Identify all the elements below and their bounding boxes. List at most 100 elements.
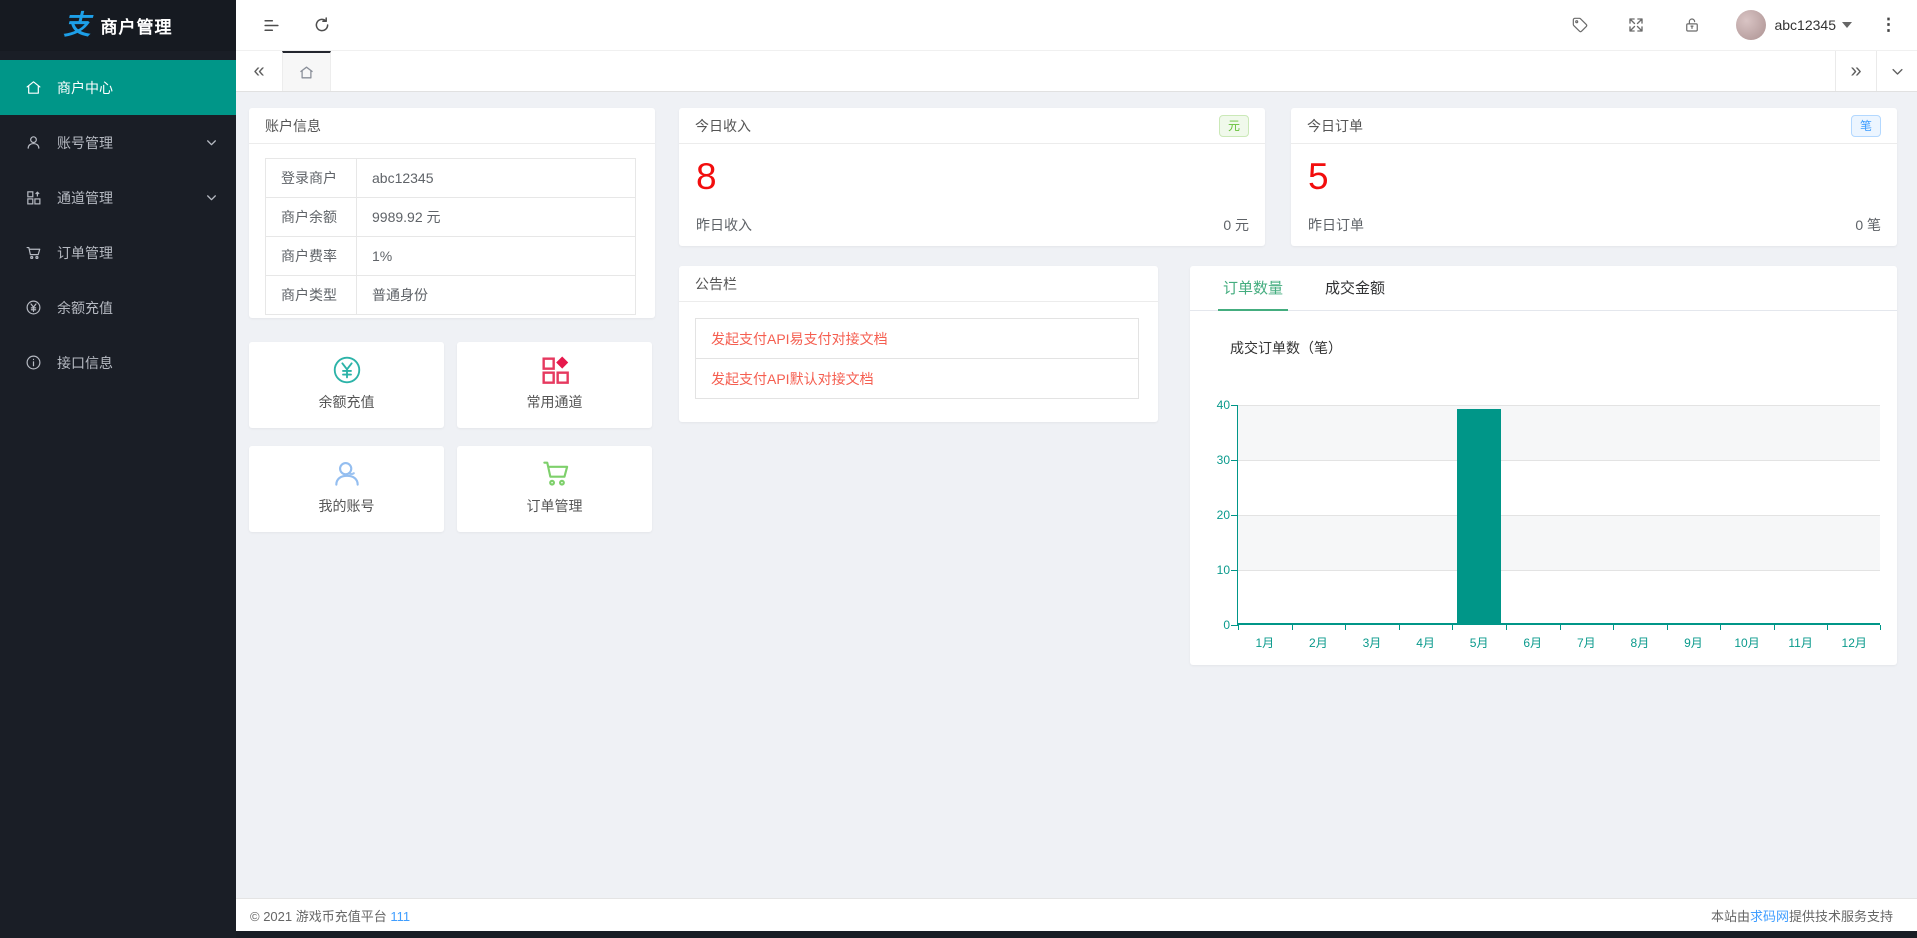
home-tab[interactable] bbox=[282, 51, 331, 91]
row-label: 商户余额 bbox=[266, 198, 357, 237]
chevron-down-icon bbox=[1890, 64, 1905, 79]
stat-card-title: 今日订单 bbox=[1307, 118, 1363, 134]
tabs-dropdown-button[interactable] bbox=[1876, 51, 1917, 91]
channels-icon bbox=[25, 189, 42, 206]
unlock-icon[interactable] bbox=[1664, 16, 1720, 34]
shortcut-channels[interactable]: 常用通道 bbox=[457, 342, 652, 428]
footer-credit-prefix: 本站由 bbox=[1711, 909, 1750, 924]
y-axis-tick-label: 20 bbox=[1200, 508, 1230, 522]
y-axis-tick-label: 0 bbox=[1200, 618, 1230, 632]
shortcut-my-account[interactable]: 我的账号 bbox=[249, 446, 444, 532]
notice-link-default-doc[interactable]: 发起支付API默认对接文档 bbox=[711, 371, 874, 387]
shortcut-orders[interactable]: 订单管理 bbox=[457, 446, 652, 532]
pay-logo-icon: 支 bbox=[64, 12, 91, 39]
shortcut-label: 余额充值 bbox=[249, 392, 444, 412]
cart-icon bbox=[539, 458, 571, 490]
table-row: 商户类型 普通身份 bbox=[266, 276, 636, 315]
footer-link-qiuma[interactable]: 求码网 bbox=[1750, 909, 1789, 924]
bottom-strip bbox=[236, 931, 1917, 938]
x-axis-tick-label: 11月 bbox=[1774, 634, 1828, 651]
row-value: 普通身份 bbox=[357, 276, 636, 315]
unit-badge: 元 bbox=[1219, 115, 1249, 137]
x-axis-tick-label: 8月 bbox=[1613, 634, 1667, 651]
tabbar-spacer bbox=[331, 51, 1835, 91]
sidebar-item-channels[interactable]: 通道管理 bbox=[0, 170, 236, 225]
yen-circle-icon bbox=[331, 354, 363, 386]
main-column: abc12345 ⋮ « » 账户信息 登录商户 bbox=[236, 0, 1917, 938]
y-axis-tick-label: 30 bbox=[1200, 453, 1230, 467]
sidebar-item-label: 订单管理 bbox=[57, 243, 113, 263]
orders-chart-card: 订单数量 成交金额 成交订单数（笔） 0102030401月2月3月4月5月6月… bbox=[1190, 266, 1897, 665]
footer-credit-suffix: 提供技术服务支持 bbox=[1789, 909, 1893, 924]
yesterday-orders-label: 昨日订单 bbox=[1308, 215, 1364, 235]
y-axis-tick-label: 10 bbox=[1200, 563, 1230, 577]
sidebar-item-label: 通道管理 bbox=[57, 188, 113, 208]
sidebar-item-merchant-center[interactable]: 商户中心 bbox=[0, 60, 236, 115]
chart-title: 成交订单数（笔） bbox=[1230, 338, 1897, 358]
home-icon bbox=[25, 79, 42, 96]
account-info-table: 登录商户 abc12345 商户余额 9989.92 元 商户费率 1% 商户类… bbox=[265, 158, 636, 315]
home-icon bbox=[298, 64, 315, 81]
sidebar-item-label: 商户中心 bbox=[57, 78, 113, 98]
row-value: abc12345 bbox=[357, 159, 636, 198]
sidebar-item-accounts[interactable]: 账号管理 bbox=[0, 115, 236, 170]
tab-transaction-amount[interactable]: 成交金额 bbox=[1325, 266, 1385, 310]
account-card-title: 账户信息 bbox=[249, 108, 655, 144]
caret-down-icon[interactable] bbox=[1842, 22, 1852, 28]
today-income-card: 今日收入 元 8 昨日收入 0 元 bbox=[679, 108, 1265, 246]
x-axis-tick-label: 3月 bbox=[1345, 634, 1399, 651]
table-row: 商户余额 9989.92 元 bbox=[266, 198, 636, 237]
channel-grid-icon bbox=[539, 354, 571, 386]
sidebar-item-label: 账号管理 bbox=[57, 133, 113, 153]
sidebar-item-recharge[interactable]: 余额充值 bbox=[0, 280, 236, 335]
footer-credit: 本站由求码网提供技术服务支持 bbox=[1711, 906, 1893, 925]
list-item: 发起支付API易支付对接文档 bbox=[695, 318, 1139, 359]
shortcut-recharge[interactable]: 余额充值 bbox=[249, 342, 444, 428]
sidebar-item-orders[interactable]: 订单管理 bbox=[0, 225, 236, 280]
footer-copyright-text: © 2021 游戏币充值平台 bbox=[250, 909, 390, 924]
sidebar-item-label: 接口信息 bbox=[57, 353, 113, 373]
shortcut-label: 我的账号 bbox=[249, 496, 444, 516]
table-row: 登录商户 abc12345 bbox=[266, 159, 636, 198]
username[interactable]: abc12345 bbox=[1774, 17, 1836, 33]
x-axis-tick-label: 2月 bbox=[1292, 634, 1346, 651]
bar-chart: 0102030401月2月3月4月5月6月7月8月9月10月11月12月 bbox=[1237, 405, 1880, 625]
app-root: 支 商户管理 商户中心 账号管理 通道管理 订单管理 bbox=[0, 0, 1917, 938]
yen-coin-icon bbox=[25, 299, 42, 316]
x-axis-tick-label: 1月 bbox=[1238, 634, 1292, 651]
row-label: 商户类型 bbox=[266, 276, 357, 315]
app-logo[interactable]: 支 商户管理 bbox=[0, 0, 236, 51]
kebab-menu-icon[interactable]: ⋮ bbox=[1856, 15, 1899, 35]
shortcut-label: 常用通道 bbox=[457, 392, 652, 412]
row-label: 登录商户 bbox=[266, 159, 357, 198]
app-title: 商户管理 bbox=[101, 13, 173, 38]
notice-link-yipay-doc[interactable]: 发起支付API易支付对接文档 bbox=[711, 331, 888, 347]
dashboard-content: 账户信息 登录商户 abc12345 商户余额 9989.92 元 商户费率 1… bbox=[236, 92, 1917, 898]
chart-tabs: 订单数量 成交金额 bbox=[1190, 266, 1897, 311]
collapse-menu-icon[interactable] bbox=[262, 16, 281, 35]
cart-icon bbox=[25, 244, 42, 261]
footer-link-111[interactable]: 111 bbox=[390, 909, 410, 924]
row-value: 1% bbox=[357, 237, 636, 276]
tabs-scroll-right-button[interactable]: » bbox=[1835, 51, 1876, 91]
yesterday-income-label: 昨日收入 bbox=[696, 215, 752, 235]
yesterday-orders-value: 0 笔 bbox=[1855, 215, 1881, 235]
x-axis-tick-label: 10月 bbox=[1720, 634, 1774, 651]
row-label: 商户费率 bbox=[266, 237, 357, 276]
topbar: abc12345 ⋮ bbox=[236, 0, 1917, 51]
today-income-value: 8 bbox=[696, 156, 1265, 198]
y-axis-tick-label: 40 bbox=[1200, 398, 1230, 412]
tab-order-count[interactable]: 订单数量 bbox=[1223, 266, 1283, 310]
tag-icon[interactable] bbox=[1552, 16, 1608, 34]
sidebar-item-api-info[interactable]: 接口信息 bbox=[0, 335, 236, 390]
refresh-icon[interactable] bbox=[313, 16, 331, 34]
tabs-scroll-left-button[interactable]: « bbox=[236, 51, 282, 91]
x-axis-tick-label: 9月 bbox=[1667, 634, 1721, 651]
notice-board-card: 公告栏 发起支付API易支付对接文档 发起支付API默认对接文档 bbox=[679, 266, 1158, 422]
fullscreen-icon[interactable] bbox=[1608, 16, 1664, 34]
sidebar-menu: 商户中心 账号管理 通道管理 订单管理 余额充值 接口 bbox=[0, 60, 236, 390]
x-axis-tick-label: 5月 bbox=[1452, 634, 1506, 651]
user-avatar[interactable] bbox=[1736, 10, 1766, 40]
unit-badge: 笔 bbox=[1851, 115, 1881, 137]
notice-list: 发起支付API易支付对接文档 发起支付API默认对接文档 bbox=[695, 318, 1139, 399]
